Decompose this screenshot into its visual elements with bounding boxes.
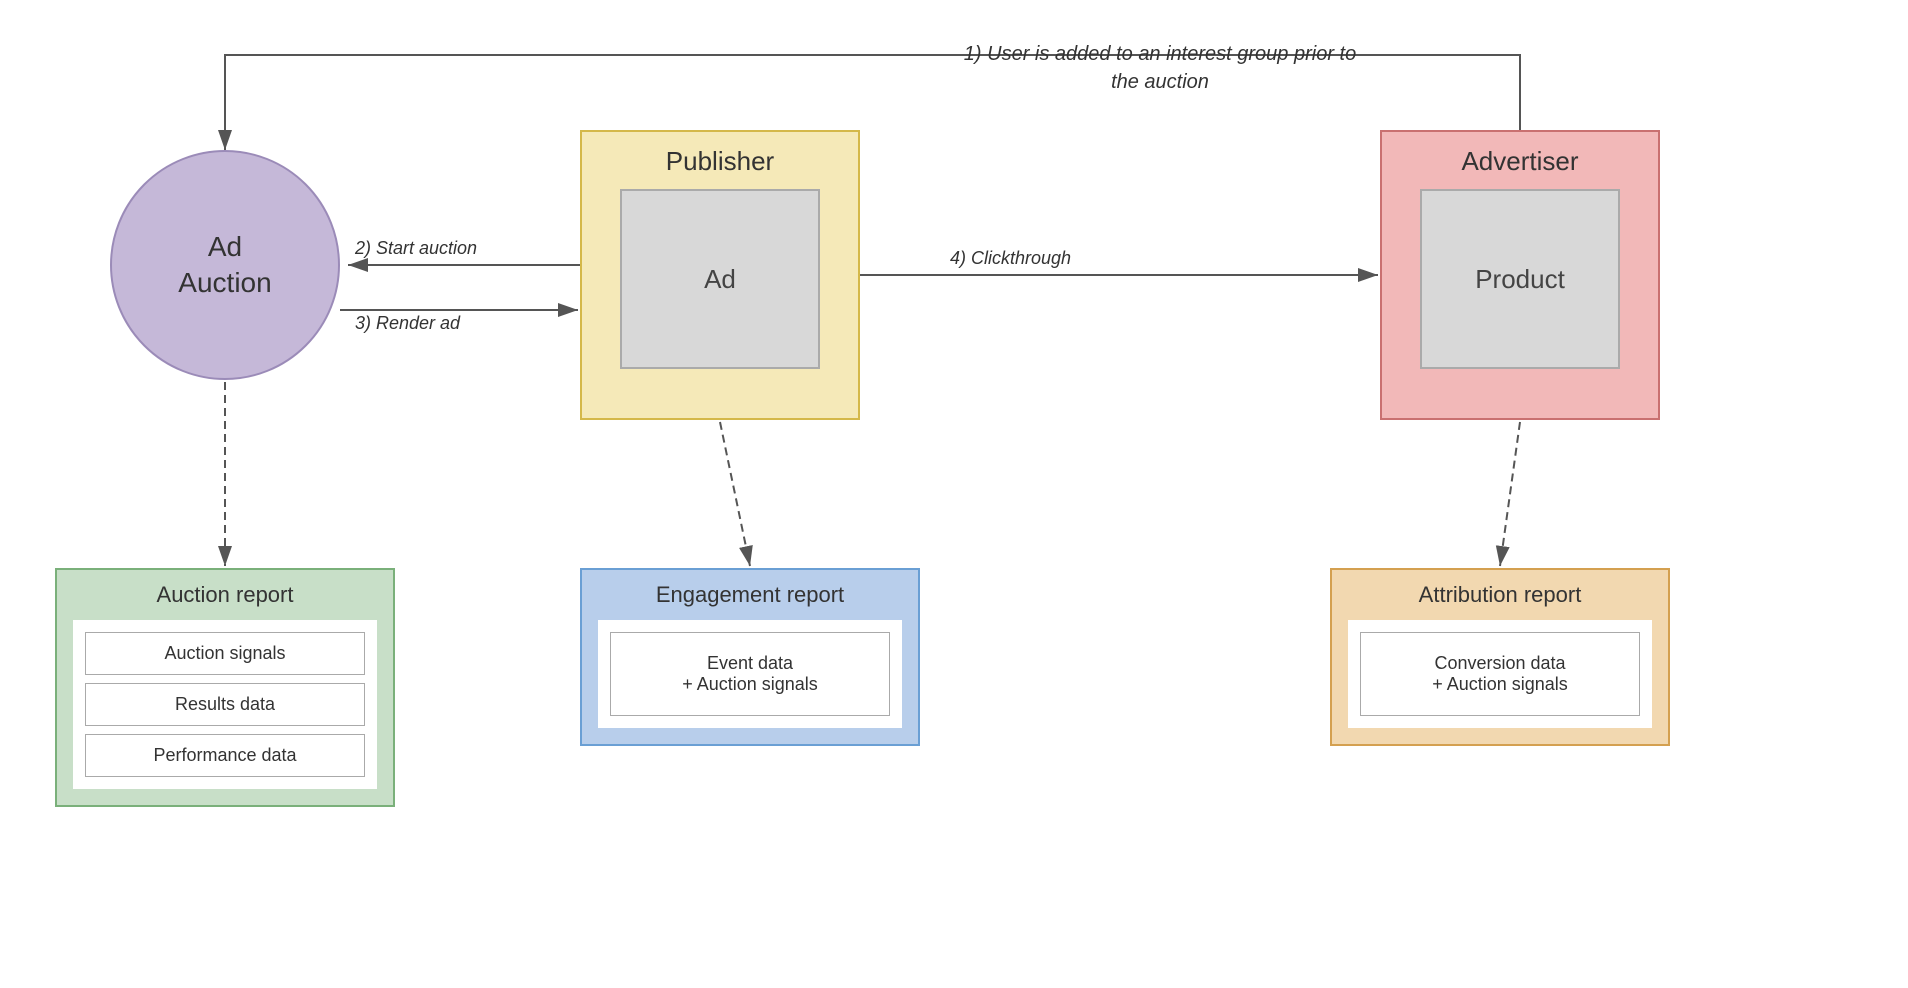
attribution-report-header: Attribution report bbox=[1332, 570, 1668, 620]
advertiser-node: Advertiser Product bbox=[1380, 130, 1660, 420]
auction-report-box: Auction report Auction signals Results d… bbox=[55, 568, 395, 807]
publisher-node: Publisher Ad bbox=[580, 130, 860, 420]
auction-report-item-0: Auction signals bbox=[85, 632, 365, 675]
engagement-report-body: Event data + Auction signals bbox=[598, 620, 902, 728]
ad-label: Ad bbox=[704, 264, 736, 295]
auction-report-header: Auction report bbox=[57, 570, 393, 620]
product-label: Product bbox=[1475, 264, 1565, 295]
engagement-report-box: Engagement report Event data + Auction s… bbox=[580, 568, 920, 746]
ad-auction-node: Ad Auction bbox=[110, 150, 340, 380]
diagram-container: 1) User is added to an interest group pr… bbox=[0, 0, 1908, 988]
start-auction-label: 2) Start auction bbox=[355, 238, 477, 259]
attribution-report-box: Attribution report Conversion data + Auc… bbox=[1330, 568, 1670, 746]
auction-report-item-1: Results data bbox=[85, 683, 365, 726]
ad-auction-label: Ad Auction bbox=[178, 229, 271, 302]
advertiser-title: Advertiser bbox=[1461, 146, 1578, 177]
auction-report-item-2: Performance data bbox=[85, 734, 365, 777]
clickthrough-label: 4) Clickthrough bbox=[950, 248, 1071, 269]
top-annotation: 1) User is added to an interest group pr… bbox=[950, 40, 1370, 96]
render-ad-label: 3) Render ad bbox=[355, 313, 460, 334]
product-inner-box: Product bbox=[1420, 189, 1620, 369]
attribution-report-item-0: Conversion data + Auction signals bbox=[1360, 632, 1640, 716]
auction-report-body: Auction signals Results data Performance… bbox=[73, 620, 377, 789]
engagement-report-item-0: Event data + Auction signals bbox=[610, 632, 890, 716]
attribution-report-body: Conversion data + Auction signals bbox=[1348, 620, 1652, 728]
publisher-title: Publisher bbox=[666, 146, 774, 177]
ad-inner-box: Ad bbox=[620, 189, 820, 369]
engagement-report-header: Engagement report bbox=[582, 570, 918, 620]
